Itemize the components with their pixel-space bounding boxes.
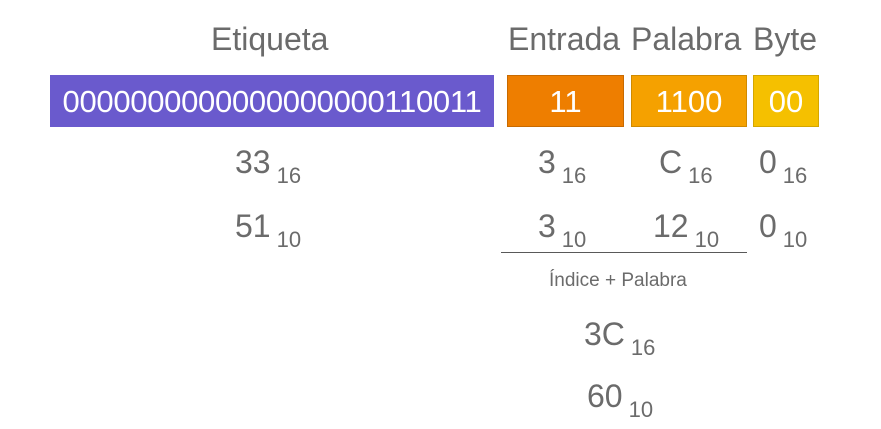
combine-divider: [501, 252, 747, 253]
tag-hex-value: 33 16: [235, 144, 302, 188]
word-dec-value: 12 10: [653, 208, 720, 252]
tag-header: Etiqueta: [211, 21, 329, 57]
word-bits-box: 1100: [631, 75, 747, 127]
combined-dec-value: 60 10: [587, 378, 654, 422]
tag-bits-box: 0000000000000000000110011: [50, 75, 494, 127]
byte-dec-value: 0 10: [759, 208, 808, 252]
entry-bits-box: 11: [507, 75, 624, 127]
byte-bits-box: 00: [753, 75, 819, 127]
entry-header: Entrada: [508, 21, 621, 57]
byte-header: Byte: [753, 21, 818, 57]
entry-dec-value: 3 10: [538, 208, 587, 252]
word-hex-value: C 16: [659, 144, 713, 188]
byte-hex-value: 0 16: [759, 144, 808, 188]
combined-caption: Índice + Palabra: [549, 270, 687, 291]
entry-hex-value: 3 16: [538, 144, 587, 188]
tag-dec-value: 51 10: [235, 208, 302, 252]
combined-hex-value: 3C 16: [584, 316, 656, 360]
word-header: Palabra: [631, 21, 742, 57]
